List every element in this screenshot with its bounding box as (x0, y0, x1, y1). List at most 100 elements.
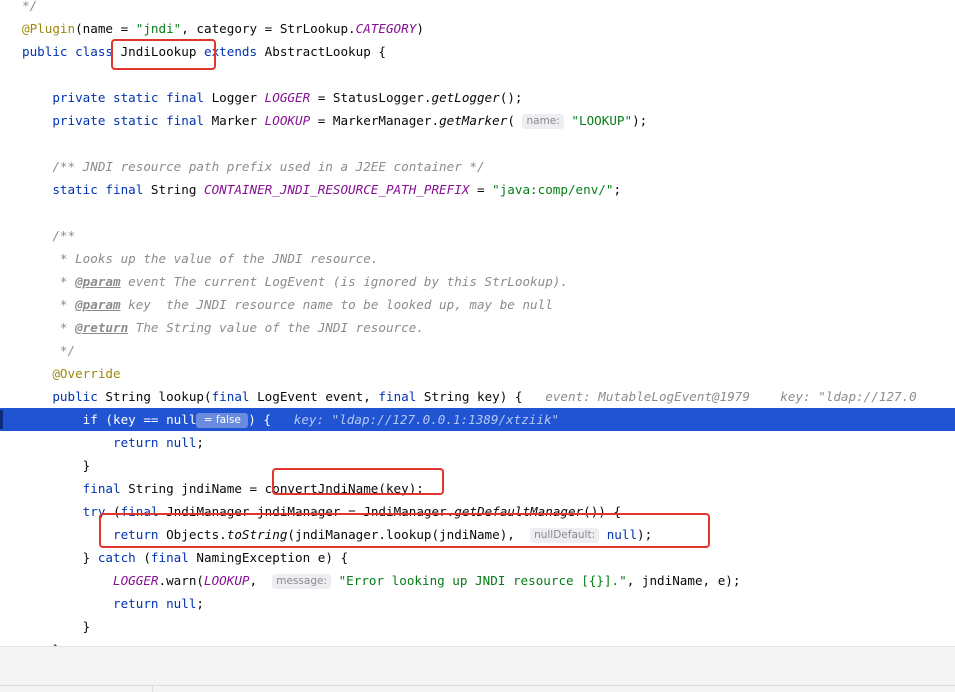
code-text: /** JNDI resource path prefix used in a … (22, 155, 484, 178)
code-line[interactable]: * @return The String value of the JNDI r… (0, 316, 955, 339)
code-token: LOOKUP (264, 113, 311, 128)
code-text: return null; (22, 431, 204, 454)
code-line[interactable]: } (0, 615, 955, 638)
code-line[interactable]: * @param key the JNDI resource name to b… (0, 293, 955, 316)
code-token: , category = StrLookup. (181, 21, 356, 36)
code-token: null (606, 527, 638, 542)
code-line[interactable]: LOGGER.warn(LOOKUP, message: "Error look… (0, 569, 955, 592)
code-token: Logger (211, 90, 265, 105)
code-token: , (249, 573, 273, 588)
code-token: Objects. (166, 527, 227, 542)
code-token: key (120, 297, 151, 312)
code-text: * @return The String value of the JNDI r… (22, 316, 424, 339)
code-line[interactable]: * @param event The current LogEvent (is … (0, 270, 955, 293)
code-line[interactable] (0, 63, 955, 86)
code-token: event (120, 274, 167, 289)
code-token: final (150, 550, 197, 565)
code-text: * Looks up the value of the JNDI resourc… (22, 247, 378, 270)
code-token: ) (416, 21, 424, 36)
code-line[interactable]: return null; (0, 592, 955, 615)
code-token: private static final (52, 113, 212, 128)
code-token: "java:comp/env/" (492, 182, 614, 197)
code-token: toString (226, 527, 288, 542)
code-line[interactable]: * Looks up the value of the JNDI resourc… (0, 247, 955, 270)
code-line[interactable]: final String jndiName = convertJndiName(… (0, 477, 955, 500)
code-line[interactable]: return Objects.toString(jndiManager.look… (0, 523, 955, 546)
code-token: String (150, 182, 204, 197)
code-text: } (22, 454, 91, 477)
code-text: private static final Logger LOGGER = Sta… (22, 86, 522, 109)
code-line[interactable]: static final String CONTAINER_JNDI_RESOU… (0, 178, 955, 201)
code-token: AbstractLookup { (264, 44, 386, 59)
code-line[interactable]: /** (0, 224, 955, 247)
code-token: null (166, 412, 197, 427)
code-token: ; (196, 435, 204, 450)
code-line[interactable]: } catch (final NamingException e) { (0, 546, 955, 569)
code-token: the JNDI resource name to be looked up, … (150, 297, 553, 312)
code-text: */ (22, 0, 37, 17)
code-token: if (82, 412, 106, 427)
code-line[interactable]: private static final Marker LOOKUP = Mar… (0, 109, 955, 132)
code-line-execution-point[interactable]: if (key == null = false ) { key: "ldap:/… (0, 408, 955, 431)
parameter-hint: message: (272, 574, 331, 589)
code-token: catch (97, 550, 144, 565)
debug-value: key: "ldap://127.0.0.1:1389/xtziik" (293, 412, 560, 427)
code-line[interactable]: */ (0, 339, 955, 362)
bottom-tool-panel (0, 646, 955, 692)
code-token: (key == (105, 412, 167, 427)
code-token: LogEvent event, (257, 389, 379, 404)
code-text: LOGGER.warn(LOOKUP, message: "Error look… (22, 569, 740, 592)
code-text: return null; (22, 592, 204, 615)
code-token: /** (52, 228, 76, 243)
code-line[interactable]: @Override (0, 362, 955, 385)
code-line[interactable] (0, 132, 955, 155)
code-token: */ (22, 0, 38, 13)
code-token: "Error looking up JNDI resource [{}]." (338, 573, 627, 588)
code-token: return (113, 527, 167, 542)
code-line[interactable]: public String lookup(final LogEvent even… (0, 385, 955, 408)
code-token: ) { (248, 412, 294, 427)
code-token: * (59, 320, 76, 335)
code-token: } (22, 458, 91, 473)
code-token: ; (613, 182, 622, 197)
code-token: String jndiName = convertJndiName(key); (128, 481, 424, 496)
code-text: * @param event The current LogEvent (is … (22, 270, 568, 293)
code-text: public String lookup(final LogEvent even… (22, 385, 917, 408)
code-token: JndiManager jndiManager = JndiManager. (166, 504, 455, 519)
code-line[interactable]: try (final JndiManager jndiManager = Jnd… (0, 500, 955, 523)
debug-value: event: MutableLogEvent@1979 key: "ldap:/… (545, 389, 917, 404)
code-token: private static final (52, 90, 212, 105)
code-editor[interactable]: */ @Plugin(name = "jndi", category = StrL… (0, 0, 955, 646)
code-line[interactable]: public class JndiLookup extends Abstract… (0, 40, 955, 63)
code-token: getDefaultManager (454, 504, 584, 519)
code-text: final String jndiName = convertJndiName(… (22, 477, 424, 500)
code-token: * Looks up the value of the JNDI resourc… (59, 251, 379, 266)
code-line[interactable]: @Plugin(name = "jndi", category = StrLoo… (0, 17, 955, 40)
code-line[interactable]: private static final Logger LOGGER = Sta… (0, 86, 955, 109)
code-token: final (378, 389, 424, 404)
code-token: CATEGORY (355, 21, 417, 36)
code-token: ); (632, 113, 648, 128)
code-line[interactable]: } (0, 454, 955, 477)
code-line[interactable]: } (0, 638, 955, 646)
code-token: final (120, 504, 167, 519)
code-line[interactable]: /** JNDI resource path prefix used in a … (0, 155, 955, 178)
code-text: private static final Marker LOOKUP = Mar… (22, 109, 647, 132)
code-line[interactable]: */ (0, 0, 955, 17)
code-token: NamingException e) { (196, 550, 349, 565)
code-text: */ (22, 339, 75, 362)
code-line[interactable]: return null; (0, 431, 955, 454)
code-text: return Objects.toString(jndiManager.look… (22, 523, 652, 546)
code-token: public (52, 389, 106, 404)
code-token: @param (75, 274, 121, 289)
code-line[interactable] (0, 201, 955, 224)
